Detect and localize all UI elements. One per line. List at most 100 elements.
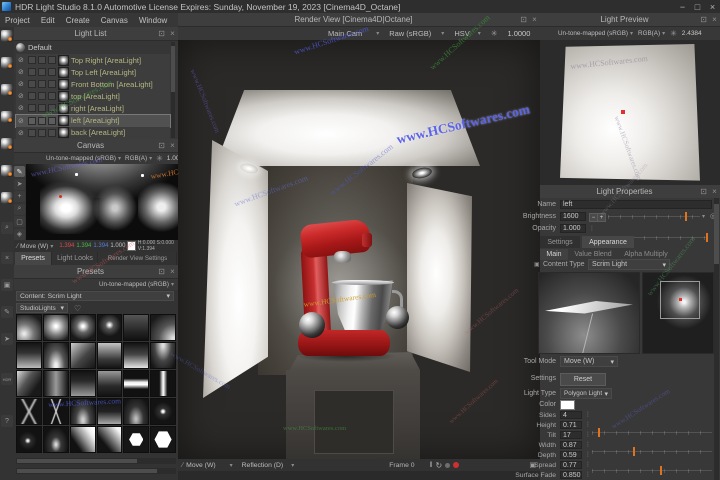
content-type-dropdown[interactable]: Scrim Light▾ [588,259,670,270]
paint-tool-strip[interactable]: ✎ [1,306,13,318]
light-list-item[interactable]: ⊘left [AreaLight] [16,115,170,127]
canvas-pick-icon[interactable]: ∕ [17,243,18,250]
light-flag-checkbox[interactable] [48,80,56,88]
light-list-item[interactable]: ⊘top [AreaLight] [16,90,170,102]
preset-thumbnail[interactable] [97,398,123,425]
light-flag-checkbox[interactable] [28,129,36,137]
preset-thumbnail[interactable] [70,426,96,453]
tab-appearance[interactable]: Appearance [582,236,634,248]
create-gradient-light-tool[interactable] [1,165,13,177]
preset-thumbnail[interactable] [70,370,96,397]
render-view-pin-icon[interactable]: ⊡ [518,15,529,24]
inspect-tool[interactable]: ⌕ [1,222,13,234]
preset-thumbnail[interactable] [16,314,42,341]
preset-thumbnail[interactable] [70,342,96,369]
param-field-tilt[interactable]: 17 [560,431,582,439]
param-slider-marker[interactable] [660,466,662,475]
sync-icon[interactable]: ↻ [435,461,442,470]
render-exposure-value[interactable]: 1.0000 [507,29,530,38]
light-flag-checkbox[interactable] [48,56,56,64]
create-procedural-light-tool[interactable] [1,192,13,204]
minimize-button[interactable]: − [675,2,690,12]
presets-scrollbar-1[interactable] [16,458,176,464]
preset-thumbnail[interactable] [70,314,96,341]
opacity-field[interactable]: 1.000 [560,224,586,233]
tab-light-looks[interactable]: Light Looks [53,252,98,265]
light-list-item[interactable]: ⊘Top Left [AreaLight] [16,66,170,78]
hdr-badge[interactable]: HDR [1,373,13,385]
light-list-item[interactable]: ⊘back [AreaLight] [16,127,170,139]
light-preview-image[interactable] [540,40,720,185]
menu-project[interactable]: Project [5,16,30,25]
preset-thumbnail[interactable] [150,314,176,341]
light-group-row[interactable]: Default [16,42,52,53]
preset-thumbnail[interactable] [16,370,42,397]
presets-close-icon[interactable]: × [167,267,178,276]
preset-thumbnail[interactable] [97,370,123,397]
canvas-select-tool[interactable]: ➤ [14,179,25,190]
brightness-plus-button[interactable]: + [597,213,606,222]
light-flag-checkbox[interactable] [38,129,46,137]
light-flag-checkbox[interactable] [48,117,56,125]
canvas-paint-tool[interactable]: ✎ [14,166,25,177]
pause-icon[interactable]: ‖ [430,462,433,469]
preset-thumbnail[interactable] [43,342,69,369]
light-alpha-thumbnail[interactable] [642,272,714,354]
light-list-scrollbar[interactable] [171,42,175,138]
select-tool-strip[interactable]: ➤ [1,333,13,345]
light-flag-checkbox[interactable] [48,92,56,100]
param-spinner[interactable]: ⋮ [585,451,590,458]
canvas-tonemap-dropdown[interactable]: Un-tone-mapped (sRGB)▾ [46,155,121,162]
preset-thumbnail[interactable] [16,398,42,425]
render-gear-icon[interactable]: ✳ [491,29,498,38]
brightness-caret-icon[interactable]: ▾ [702,213,705,220]
canvas-zoom-tool[interactable]: ⌕ [14,204,25,215]
preset-thumbnail[interactable] [123,342,149,369]
param-slider-sides[interactable] [592,428,712,437]
param-slider-marker[interactable] [633,447,635,456]
canvas-channel-dropdown[interactable]: RGB(A)▾ [125,155,152,162]
canvas-image[interactable] [26,164,178,240]
create-top-light-tool[interactable] [1,57,13,69]
scrim-shape-thumbnail[interactable] [538,272,640,354]
light-power-icon[interactable]: ⊘ [18,56,26,64]
light-list-close-icon[interactable]: × [167,29,178,38]
preset-thumbnail[interactable] [43,398,69,425]
light-flag-checkbox[interactable] [38,68,46,76]
preset-thumbnail[interactable] [43,314,69,341]
render-tool-dropdown[interactable]: Move (W)▾ [186,462,232,469]
preset-thumbnail[interactable] [16,342,42,369]
param-spinner[interactable]: ⋮ [585,431,590,438]
preview-gear-icon[interactable]: ✳ [670,29,677,38]
subtab-main[interactable]: Main [540,249,568,260]
light-flag-checkbox[interactable] [28,56,36,64]
canvas-close-icon[interactable]: × [167,141,178,150]
render-viewport[interactable] [178,40,540,459]
canvas-gear-icon[interactable]: ✳ [156,154,163,163]
render-mode-dropdown[interactable]: Reflection (D)▾ [242,462,295,469]
param-slider-tilt[interactable] [592,466,712,475]
preset-thumbnail[interactable] [150,370,176,397]
preview-exposure-value[interactable]: 2.4384 [682,30,702,37]
render-camera-dropdown[interactable]: Main Cam▾ [328,29,379,38]
preset-thumbnail[interactable] [97,314,123,341]
light-power-icon[interactable]: ⊘ [18,117,26,125]
presets-tonemap-dropdown[interactable]: Un-tone-mapped (sRGB)▾ [99,281,174,288]
help-button[interactable]: ? [1,415,13,427]
light-power-icon[interactable]: ⊘ [18,92,26,100]
canvas-tool-dropdown[interactable]: Move (W)▾ [20,243,53,250]
param-field-depth[interactable]: 0.59 [560,451,582,459]
render-pick-icon[interactable]: ∕ [182,462,183,469]
param-field-spread[interactable]: 0.77 [560,461,582,469]
param-field-width[interactable]: 0.87 [560,441,582,449]
create-area-light-tool[interactable] [1,30,13,42]
menu-window[interactable]: Window [139,16,167,25]
param-spinner[interactable]: ⋮ [585,421,590,428]
render-tonemap-dropdown[interactable]: Raw (sRGB)▾ [389,29,444,38]
color-swatch[interactable] [560,400,575,410]
light-flag-checkbox[interactable] [48,129,56,137]
preview-tonemap-dropdown[interactable]: Un-tone-mapped (sRGB)▾ [558,30,633,37]
param-spinner[interactable]: ⋮ [585,441,590,448]
light-flag-checkbox[interactable] [28,80,36,88]
duplicate-tool[interactable]: ▣ [1,279,13,291]
